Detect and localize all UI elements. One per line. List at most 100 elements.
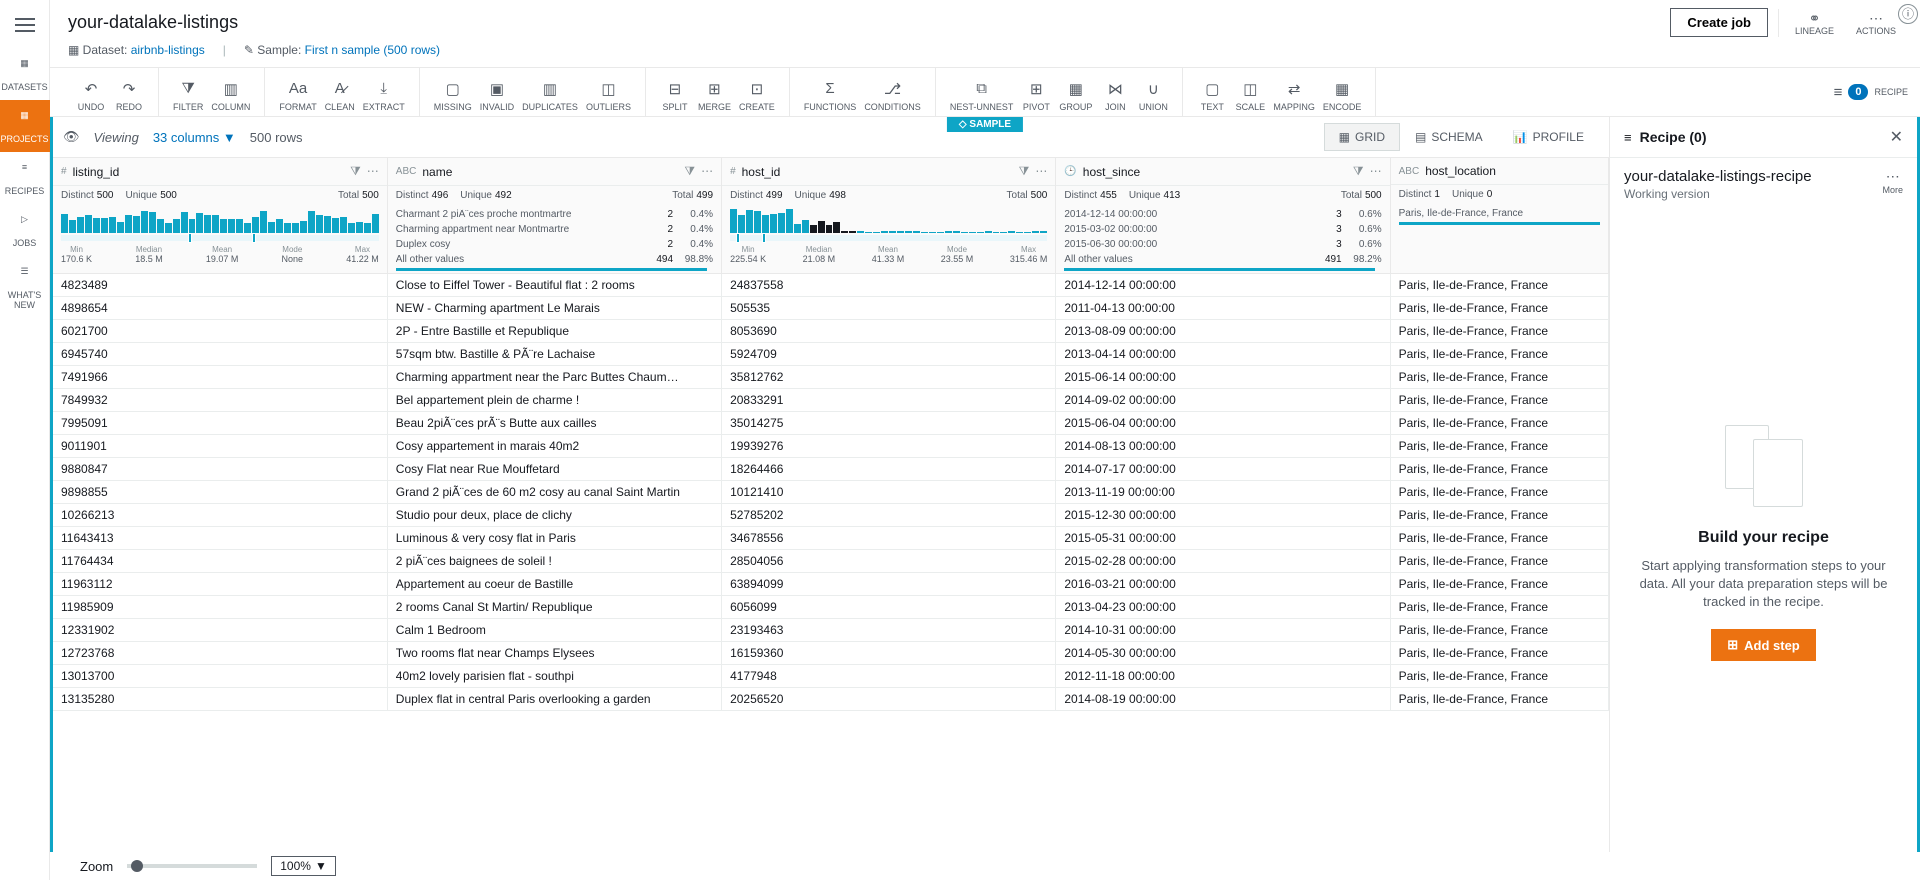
nav-jobs[interactable]: ▷JOBS (0, 204, 50, 256)
format-button[interactable]: AaFORMAT (275, 80, 320, 112)
dataset-link[interactable]: airbnb-listings (131, 43, 205, 57)
col-header-host-id[interactable]: #host_id⧩⋯ Distinct499Unique498Total500 … (722, 158, 1056, 274)
more-icon[interactable]: ⋯ (1370, 164, 1382, 179)
zoom-slider[interactable] (127, 864, 257, 868)
more-icon[interactable]: ⋯ (701, 164, 713, 179)
table-row[interactable]: 7849932Bel appartement plein de charme !… (53, 389, 1609, 412)
recipe-heading: Build your recipe (1698, 529, 1829, 547)
table-row[interactable]: 9011901Cosy appartement in marais 40m219… (53, 435, 1609, 458)
data-grid[interactable]: #listing_id⧩⋯ Distinct500Unique500Total5… (53, 158, 1609, 861)
nav-whatsnew[interactable]: ☰WHAT'S NEW (0, 256, 50, 318)
column-button[interactable]: ▥COLUMN (207, 80, 254, 112)
recipe-version: Working version (1624, 187, 1812, 201)
clean-icon: A̷ (325, 80, 355, 98)
outliers-button[interactable]: ◫OUTLIERS (582, 80, 635, 112)
conditions-button[interactable]: ⎇CONDITIONS (860, 80, 925, 112)
table-row[interactable]: 117644342 piÃ¨ces baignees de soleil !28… (53, 550, 1609, 573)
table-row[interactable]: 7491966Charming appartment near the Parc… (53, 366, 1609, 389)
more-icon[interactable]: ⋯ (367, 164, 379, 179)
table-row[interactable]: 7995091Beau 2piÃ¨ces prÃ¨s Butte aux cai… (53, 412, 1609, 435)
projects-icon: ▦ (15, 110, 35, 130)
recipe-name: your-datalake-listings-recipe (1624, 168, 1812, 185)
tab-schema[interactable]: ▤SCHEMA (1400, 123, 1498, 151)
left-nav: ▦DATASETS ▦PROJECTS ≡RECIPES ▷JOBS ☰WHAT… (0, 0, 50, 880)
close-icon[interactable]: ✕ (1890, 127, 1903, 147)
table-row[interactable]: 13135280Duplex flat in central Paris ove… (53, 688, 1609, 711)
clean-button[interactable]: A̷CLEAN (321, 80, 359, 112)
split-button[interactable]: ⊟SPLIT (656, 80, 694, 112)
invalid-icon: ▣ (480, 80, 514, 98)
merge-button[interactable]: ⊞MERGE (694, 80, 735, 112)
viewing-label: Viewing (94, 130, 139, 145)
table-row[interactable]: 119859092 rooms Canal St Martin/ Republi… (53, 596, 1609, 619)
string-icon: ABC (1399, 166, 1420, 177)
table-row[interactable]: 12331902Calm 1 Bedroom231934632014-10-31… (53, 619, 1609, 642)
table-row[interactable]: 11963112Appartement au coeur de Bastille… (53, 573, 1609, 596)
list-icon: ≡ (1834, 84, 1843, 101)
redo-button[interactable]: ↷REDO (110, 80, 148, 112)
group-button[interactable]: ▦GROUP (1055, 80, 1096, 112)
scale-button[interactable]: ◫SCALE (1231, 80, 1269, 112)
tab-profile[interactable]: 📊PROFILE (1498, 123, 1599, 151)
duplicates-button[interactable]: ▥DUPLICATES (518, 80, 582, 112)
tab-grid[interactable]: ▦GRID (1324, 123, 1400, 151)
table-row[interactable]: 11643413Luminous & very cosy flat in Par… (53, 527, 1609, 550)
undo-icon: ↶ (76, 80, 106, 98)
nav-datasets[interactable]: ▦DATASETS (0, 48, 50, 100)
create-button[interactable]: ⊡CREATE (735, 80, 779, 112)
lineage-button[interactable]: ⚭LINEAGE (1789, 10, 1840, 36)
sample-link[interactable]: First n sample (500 rows) (305, 43, 440, 57)
filter-icon[interactable]: ⧩ (684, 164, 695, 179)
table-row[interactable]: 9898855Grand 2 piÃ¨ces de 60 m2 cosy au … (53, 481, 1609, 504)
toolbar: ↶UNDO ↷REDO ⧩FILTER ▥COLUMN AaFORMAT A̷C… (50, 67, 1920, 117)
col-header-host-location[interactable]: ABChost_location Distinct1Unique0 Paris,… (1390, 158, 1608, 274)
info-icon[interactable]: ⓘ (1898, 4, 1918, 24)
zoom-select[interactable]: 100%▼ (271, 856, 336, 876)
text-button[interactable]: ▢TEXT (1193, 80, 1231, 112)
actions-button[interactable]: ⋯ACTIONS (1850, 10, 1902, 36)
filter-button[interactable]: ⧩FILTER (169, 80, 207, 112)
rows-label: 500 rows (250, 130, 303, 145)
table-row[interactable]: 4898654NEW - Charming apartment Le Marai… (53, 297, 1609, 320)
encode-button[interactable]: ▦ENCODE (1319, 80, 1366, 112)
nav-projects[interactable]: ▦PROJECTS (0, 100, 50, 152)
filter-icon[interactable]: ⧩ (350, 164, 361, 179)
missing-button[interactable]: ▢MISSING (430, 80, 476, 112)
table-row[interactable]: 1301370040m2 lovely parisien flat - sout… (53, 665, 1609, 688)
join-button[interactable]: ⋈JOIN (1096, 80, 1134, 112)
create-icon: ⊡ (739, 80, 775, 98)
undo-button[interactable]: ↶UNDO (72, 80, 110, 112)
filter-icon[interactable]: ⧩ (1019, 164, 1030, 179)
add-step-button[interactable]: ⊞Add step (1711, 629, 1816, 661)
table-row[interactable]: 4823489Close to Eiffel Tower - Beautiful… (53, 274, 1609, 297)
grid-icon: ▦ (1339, 130, 1350, 144)
list-icon: ≡ (1624, 130, 1632, 145)
recipe-more-button[interactable]: ⋯More (1882, 168, 1903, 195)
columns-dropdown[interactable]: 33 columns ▼ (153, 130, 236, 145)
table-row[interactable]: 60217002P - Entre Bastille et Republique… (53, 320, 1609, 343)
table-row[interactable]: 694574057sqm btw. Bastille & PÃ¨re Lacha… (53, 343, 1609, 366)
nest-button[interactable]: ⧉NEST-UNNEST (946, 80, 1018, 112)
col-header-listing-id[interactable]: #listing_id⧩⋯ Distinct500Unique500Total5… (53, 158, 387, 274)
table-row[interactable]: 9880847Cosy Flat near Rue Mouffetard1826… (53, 458, 1609, 481)
filter-icon[interactable]: ⧩ (1353, 164, 1364, 179)
dataset-icon: ▦ (68, 43, 83, 57)
mapping-button[interactable]: ⇄MAPPING (1269, 80, 1319, 112)
nav-recipes[interactable]: ≡RECIPES (0, 152, 50, 204)
duplicates-icon: ▥ (522, 80, 578, 98)
table-row[interactable]: 10266213Studio pour deux, place de clich… (53, 504, 1609, 527)
functions-button[interactable]: ΣFUNCTIONS (800, 80, 861, 112)
create-job-button[interactable]: Create job (1670, 8, 1768, 37)
menu-icon[interactable] (15, 18, 35, 32)
lineage-icon: ⚭ (1795, 10, 1834, 26)
recipe-steps-button[interactable]: ≡ 0 RECIPE (1834, 84, 1908, 101)
col-header-host-since[interactable]: 🕒host_since⧩⋯ Distinct455Unique413Total5… (1056, 158, 1390, 274)
table-row[interactable]: 12723768Two rooms flat near Champs Elyse… (53, 642, 1609, 665)
col-header-name[interactable]: ABCname⧩⋯ Distinct496Unique492Total499 C… (387, 158, 721, 274)
pivot-button[interactable]: ⊞PIVOT (1017, 80, 1055, 112)
more-icon[interactable]: ⋯ (1035, 164, 1047, 179)
union-button[interactable]: ∪UNION (1134, 80, 1172, 112)
invalid-button[interactable]: ▣INVALID (476, 80, 518, 112)
clock-icon: 🕒 (1064, 166, 1076, 177)
extract-button[interactable]: ⤓EXTRACT (359, 80, 409, 112)
